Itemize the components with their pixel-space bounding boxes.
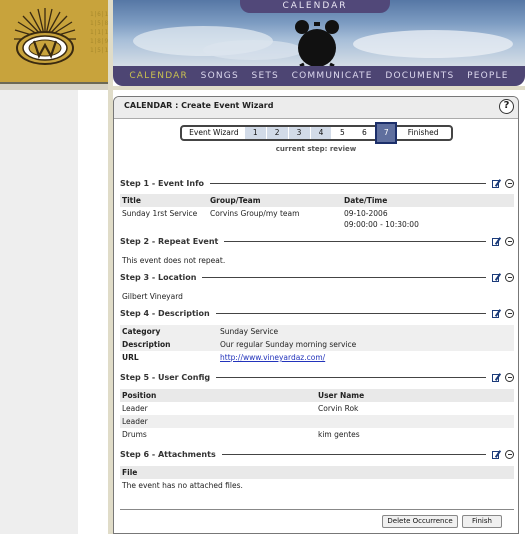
table-row: Leader (120, 415, 514, 428)
step6-title: Step 6 - Attachments (120, 449, 216, 459)
collapse-icon[interactable] (505, 272, 514, 282)
wizard-step-1[interactable]: 1 (243, 127, 266, 139)
vineyard-logo-icon (14, 8, 76, 65)
nav-songs[interactable]: SONGS (201, 71, 239, 81)
step2-header: Step 2 - Repeat Event (120, 235, 514, 247)
nav-calendar[interactable]: CALENDAR (129, 71, 188, 81)
table-header: File (120, 466, 514, 479)
edit-icon[interactable] (492, 372, 502, 382)
nav-sets[interactable]: SETS (252, 71, 279, 81)
edit-icon[interactable] (492, 272, 502, 282)
collapse-icon[interactable] (505, 449, 514, 459)
help-icon[interactable]: ? (499, 99, 514, 114)
repeat-text: This event does not repeat. (122, 256, 226, 265)
wizard-step-7[interactable]: 7 (375, 121, 398, 144)
step4-table: Category Sunday Service Description Our … (120, 325, 514, 364)
collapse-icon[interactable] (505, 236, 514, 246)
table-header: Position User Name (120, 389, 514, 402)
wizard-panel: CALENDAR : Create Event Wizard ? Event W… (113, 96, 519, 534)
wizard-step-4[interactable]: 4 (309, 127, 332, 139)
wizard-stepbar: Event Wizard 1 2 3 4 5 6 7 Finished (180, 121, 453, 144)
step1-title: Step 1 - Event Info (120, 178, 205, 188)
wizard-step-2[interactable]: 2 (265, 127, 288, 139)
main-nav: CALENDAR SONGS SETS COMMUNICATE DOCUMENT… (113, 66, 525, 86)
step4-header: Step 4 - Description (120, 307, 514, 319)
nav-shadow (113, 86, 525, 90)
table-row: Category Sunday Service (120, 325, 514, 338)
step6-table: File The event has no attached files. (120, 466, 514, 492)
footer-divider (120, 509, 514, 510)
step5-table: Position User Name Leader Corvin Rok Lea… (120, 389, 514, 441)
step3-title: Step 3 - Location (120, 272, 197, 282)
wizard-step-3[interactable]: 3 (287, 127, 310, 139)
step1-table: Title Group/Team Date/Time Sunday 1rst S… (120, 194, 514, 231)
panel-header: CALENDAR : Create Event Wizard ? (114, 97, 518, 119)
panel-title: CALENDAR : Create Event Wizard (124, 101, 274, 110)
calendar-title-tab: CALENDAR (240, 0, 390, 13)
table-row: Sunday 1rst Service Corvins Group/my tea… (122, 209, 419, 229)
edit-icon[interactable] (492, 178, 502, 188)
nav-people[interactable]: PEOPLE (467, 71, 509, 81)
current-step-text: current step: review (275, 145, 357, 153)
step1-header: Step 1 - Event Info (120, 177, 514, 189)
url-link[interactable]: http://www.vineyardaz.com/ (220, 353, 325, 362)
step5-header: Step 5 - User Config (120, 371, 514, 383)
step2-title: Step 2 - Repeat Event (120, 236, 219, 246)
table-row: Leader Corvin Rok (122, 404, 359, 413)
location-text: Gilbert Vineyard (122, 292, 183, 301)
logo-numbers: 1|6|1 1|5|8 1|1|1 1|8|9 1|5|1 (90, 11, 108, 54)
edit-icon[interactable] (492, 236, 502, 246)
wizard-step-5[interactable]: 5 (331, 127, 354, 139)
wizard-step-6[interactable]: 6 (353, 127, 376, 139)
finish-button[interactable]: Finish (462, 515, 502, 528)
logo-area: 1|6|1 1|5|8 1|1|1 1|8|9 1|5|1 (0, 0, 108, 84)
edit-icon[interactable] (492, 449, 502, 459)
left-sidebar (0, 90, 78, 534)
nav-communicate[interactable]: COMMUNICATE (292, 71, 373, 81)
collapse-icon[interactable] (505, 372, 514, 382)
delete-occurrence-button[interactable]: Delete Occurrence (382, 515, 458, 528)
table-row: Description Our regular Sunday morning s… (120, 338, 514, 351)
edit-icon[interactable] (492, 308, 502, 318)
collapse-icon[interactable] (505, 308, 514, 318)
alarm-clock-icon (295, 20, 339, 66)
table-header: Title Group/Team Date/Time (120, 194, 514, 207)
step3-header: Step 3 - Location (120, 271, 514, 283)
table-row: The event has no attached files. (122, 481, 243, 490)
nav-documents[interactable]: DOCUMENTS (385, 71, 454, 81)
step6-header: Step 6 - Attachments (120, 448, 514, 460)
wizard-label: Event Wizard (184, 127, 244, 139)
collapse-icon[interactable] (505, 178, 514, 188)
step5-title: Step 5 - User Config (120, 372, 211, 382)
wizard-finished: Finished (397, 127, 450, 139)
step4-title: Step 4 - Description (120, 308, 210, 318)
table-row: Drums kim gentes (122, 430, 360, 439)
table-row: URL http://www.vineyardaz.com/ (122, 353, 326, 362)
